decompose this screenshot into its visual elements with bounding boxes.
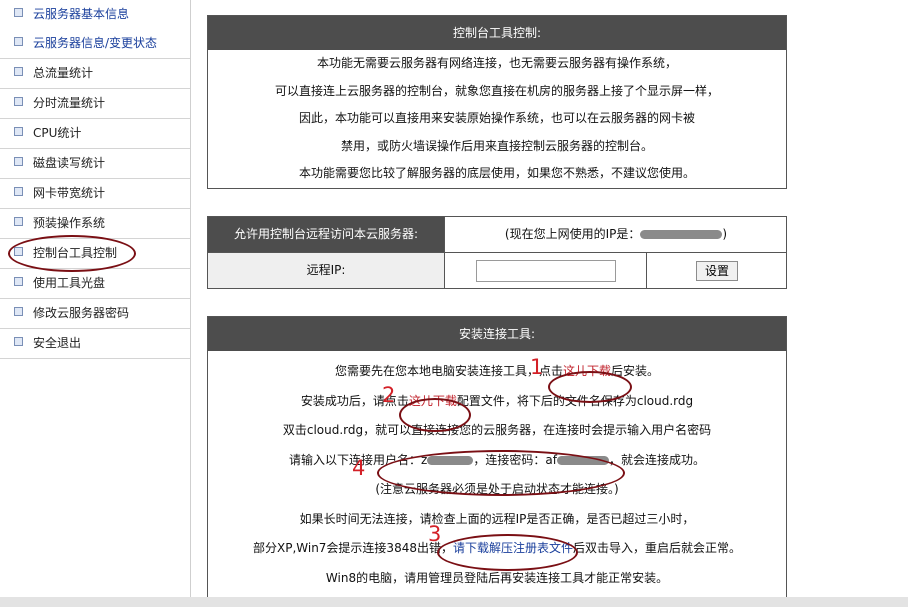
annotation-ellipse <box>377 450 625 496</box>
bullet-icon <box>14 8 23 17</box>
intro-line: 本功能需要您比较了解服务器的底层使用，如果您不熟悉，不建议您使用。 <box>298 166 695 180</box>
annotation-number: 2 <box>382 383 396 407</box>
remote-ip-label: 远程IP: <box>208 253 444 288</box>
install-text: 您需要先在您本地电脑安装连接工具，点击 <box>334 364 563 378</box>
remote-ip-cell <box>444 253 647 288</box>
install-title: 安装连接工具: <box>208 317 786 351</box>
sidebar-group-tools-6: 预装操作系统 <box>0 209 190 239</box>
sidebar-item-logout[interactable]: 安全退出 <box>0 329 190 358</box>
sidebar-item-cpu-stats[interactable]: CPU统计 <box>0 119 190 148</box>
install-text: 后双击导入，重启后就会正常。 <box>573 541 742 555</box>
sidebar-group-tools-9: 修改云服务器密码 <box>0 299 190 329</box>
sidebar-item-hourly-traffic[interactable]: 分时流量统计 <box>0 89 190 118</box>
intro-line: 因此，本功能可以直接用来安装原始操作系统，也可以在云服务器的网卡被 <box>298 111 695 125</box>
install-line-2: 安装成功后，请点击这儿下载配置文件，将下后的文件名保存为cloud.rdg <box>208 387 786 417</box>
sidebar-group-tools-5: 网卡带宽统计 <box>0 179 190 209</box>
bullet-icon <box>14 37 23 46</box>
current-ip-prefix: (现在您上网使用的IP是： <box>504 227 641 241</box>
install-text: 部分XP,Win7会提示连接3848出错， <box>252 541 453 555</box>
annotation-number: 4 <box>352 456 366 480</box>
set-button[interactable]: 设置 <box>695 260 738 281</box>
sidebar-item-server-status[interactable]: 云服务器信息/变更状态 <box>0 29 190 58</box>
allow-access-label: 允许用控制台远程访问本云服务器: <box>208 217 444 252</box>
sidebar-group-tools-3: CPU统计 <box>0 119 190 149</box>
annotation-ellipse <box>437 534 578 571</box>
sidebar-group-tools-7: 控制台工具控制 <box>0 235 190 272</box>
table-row: 远程IP: 设置 <box>208 252 786 288</box>
install-line-3: 双击cloud.rdg，就可以直接连接您的云服务器，在连接时会提示输入用户名密码 <box>282 423 712 437</box>
annotation-number: 1 <box>530 355 544 379</box>
bullet-icon <box>14 67 23 76</box>
intro-panel: 控制台工具控制: 本功能无需要云服务器有网络连接，也无需要云服务器有操作系统， … <box>207 15 787 189</box>
intro-title: 控制台工具控制: <box>208 16 786 50</box>
install-line-1: 您需要先在您本地电脑安装连接工具，点击这儿下载后安装。 <box>208 357 786 387</box>
sidebar: 云服务器基本信息 云服务器信息/变更状态 总流量统计 分时流量统计 CPU统计 … <box>0 0 191 597</box>
bullet-icon <box>14 187 23 196</box>
bullet-icon <box>14 247 23 256</box>
bullet-icon <box>14 127 23 136</box>
install-text: ，就会连接成功。 <box>608 452 705 467</box>
remote-ip-input[interactable] <box>476 259 616 282</box>
sidebar-item-console-control[interactable]: 控制台工具控制 <box>0 235 190 272</box>
current-ip-suffix: ) <box>722 227 728 241</box>
sidebar-group-tools-8: 使用工具光盘 <box>0 269 190 299</box>
intro-line: 可以直接连上云服务器的控制台，就象您直接在机房的服务器上接了个显示屏一样， <box>274 83 719 98</box>
sidebar-item-total-traffic[interactable]: 总流量统计 <box>0 59 190 88</box>
annotation-ellipse <box>548 371 632 403</box>
bullet-icon <box>14 97 23 106</box>
sidebar-item-disk-stats[interactable]: 磁盘读写统计 <box>0 149 190 178</box>
bullet-icon <box>14 157 23 166</box>
sidebar-item-tool-cd[interactable]: 使用工具光盘 <box>0 269 190 298</box>
intro-line: 本功能无需要云服务器有网络连接，也无需要云服务器有操作系统， <box>316 56 677 70</box>
sidebar-item-server-basic-info[interactable]: 云服务器基本信息 <box>0 0 190 29</box>
set-cell: 设置 <box>646 253 787 288</box>
horizontal-scrollbar[interactable] <box>0 597 908 607</box>
remote-access-table: 允许用控制台远程访问本云服务器: (现在您上网使用的IP是：) 远程IP: 设置 <box>207 216 787 289</box>
install-line-6: 如果长时间无法连接，请检查上面的远程IP是否正确，是否已超过三小时， <box>299 511 695 526</box>
annotation-ellipse <box>399 398 471 432</box>
sidebar-item-nic-bandwidth[interactable]: 网卡带宽统计 <box>0 179 190 208</box>
sidebar-group-tools: 总流量统计 <box>0 59 190 89</box>
bullet-icon <box>14 337 23 346</box>
sidebar-group-tools-10: 安全退出 <box>0 329 190 359</box>
sidebar-group-info: 云服务器基本信息 云服务器信息/变更状态 <box>0 0 190 59</box>
redacted-ip <box>640 230 723 239</box>
sidebar-group-tools-2: 分时流量统计 <box>0 89 190 119</box>
intro-line: 禁用，或防火墙误操作后用来直接控制云服务器的控制台。 <box>340 138 653 153</box>
sidebar-group-tools-4: 磁盘读写统计 <box>0 149 190 179</box>
bullet-icon <box>14 277 23 286</box>
sidebar-item-change-password[interactable]: 修改云服务器密码 <box>0 299 190 328</box>
table-row: 允许用控制台远程访问本云服务器: (现在您上网使用的IP是：) <box>208 217 786 252</box>
annotation-number: 3 <box>428 522 442 546</box>
current-ip-cell: (现在您上网使用的IP是：) <box>444 217 787 252</box>
intro-body: 本功能无需要云服务器有网络连接，也无需要云服务器有操作系统， 可以直接连上云服务… <box>208 50 786 188</box>
bullet-icon <box>14 217 23 226</box>
sidebar-item-preinstall-os[interactable]: 预装操作系统 <box>0 209 190 238</box>
bullet-icon <box>14 307 23 316</box>
